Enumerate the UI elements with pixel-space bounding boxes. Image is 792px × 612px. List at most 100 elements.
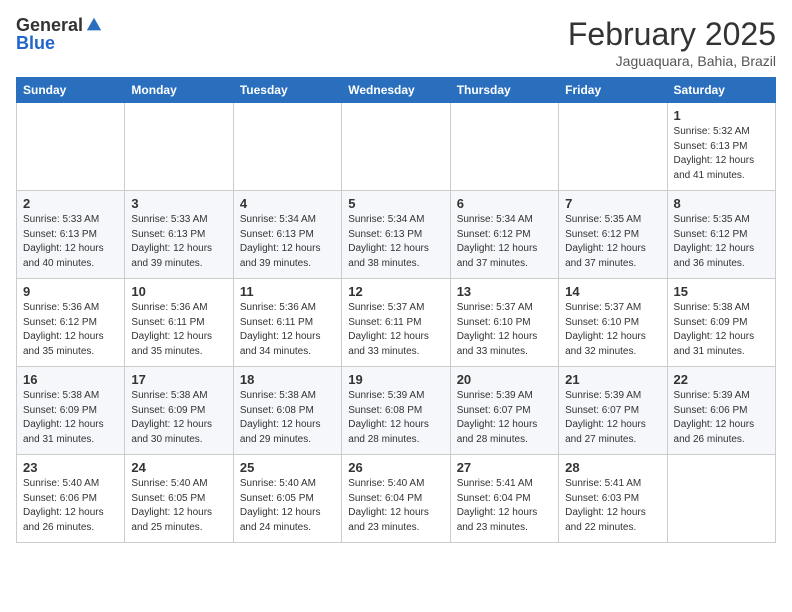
day-number: 8: [674, 196, 769, 211]
day-number: 11: [240, 284, 335, 299]
day-info: Sunrise: 5:36 AM Sunset: 6:12 PM Dayligh…: [23, 301, 118, 359]
day-info: Sunrise: 5:34 AM Sunset: 6:12 PM Dayligh…: [457, 213, 552, 271]
day-info: Sunrise: 5:38 AM Sunset: 6:08 PM Dayligh…: [240, 389, 335, 447]
calendar-cell: 26 Sunrise: 5:40 AM Sunset: 6:04 PM Dayli…: [342, 455, 450, 543]
calendar-week-row: 2 Sunrise: 5:33 AM Sunset: 6:13 PM Daylig…: [17, 191, 776, 279]
weekday-header-monday: Monday: [125, 78, 233, 103]
calendar-cell: [233, 103, 341, 191]
calendar-cell: [17, 103, 125, 191]
day-number: 3: [131, 196, 226, 211]
day-info: Sunrise: 5:36 AM Sunset: 6:11 PM Dayligh…: [131, 301, 226, 359]
calendar-cell: 21 Sunrise: 5:39 AM Sunset: 6:07 PM Dayli…: [559, 367, 667, 455]
calendar-week-row: 9 Sunrise: 5:36 AM Sunset: 6:12 PM Daylig…: [17, 279, 776, 367]
day-number: 9: [23, 284, 118, 299]
calendar-cell: 5Sunrise: 5:34 AM Sunset: 6:13 PM Daylig…: [342, 191, 450, 279]
weekday-header-tuesday: Tuesday: [233, 78, 341, 103]
weekday-header-row: SundayMondayTuesdayWednesdayThursdayFrid…: [17, 78, 776, 103]
day-info: Sunrise: 5:37 AM Sunset: 6:10 PM Dayligh…: [565, 301, 660, 359]
day-number: 2: [23, 196, 118, 211]
day-number: 26: [348, 460, 443, 475]
calendar-cell: 16 Sunrise: 5:38 AM Sunset: 6:09 PM Dayli…: [17, 367, 125, 455]
calendar-cell: 23 Sunrise: 5:40 AM Sunset: 6:06 PM Dayli…: [17, 455, 125, 543]
day-info: Sunrise: 5:41 AM Sunset: 6:04 PM Dayligh…: [457, 477, 552, 535]
calendar-cell: 14 Sunrise: 5:37 AM Sunset: 6:10 PM Dayli…: [559, 279, 667, 367]
day-number: 14: [565, 284, 660, 299]
day-number: 6: [457, 196, 552, 211]
month-title: February 2025: [568, 16, 776, 53]
day-number: 18: [240, 372, 335, 387]
calendar-cell: 27 Sunrise: 5:41 AM Sunset: 6:04 PM Dayli…: [450, 455, 558, 543]
calendar-cell: 9 Sunrise: 5:36 AM Sunset: 6:12 PM Daylig…: [17, 279, 125, 367]
day-info: Sunrise: 5:38 AM Sunset: 6:09 PM Dayligh…: [23, 389, 118, 447]
calendar-cell: 6 Sunrise: 5:34 AM Sunset: 6:12 PM Daylig…: [450, 191, 558, 279]
day-number: 7: [565, 196, 660, 211]
calendar-cell: 8 Sunrise: 5:35 AM Sunset: 6:12 PM Daylig…: [667, 191, 775, 279]
day-number: 21: [565, 372, 660, 387]
day-number: 24: [131, 460, 226, 475]
calendar-cell: [559, 103, 667, 191]
calendar-cell: 4 Sunrise: 5:34 AM Sunset: 6:13 PM Daylig…: [233, 191, 341, 279]
calendar-cell: 2 Sunrise: 5:33 AM Sunset: 6:13 PM Daylig…: [17, 191, 125, 279]
calendar-cell: 17 Sunrise: 5:38 AM Sunset: 6:09 PM Dayli…: [125, 367, 233, 455]
calendar-cell: [125, 103, 233, 191]
calendar-cell: 13 Sunrise: 5:37 AM Sunset: 6:10 PM Dayli…: [450, 279, 558, 367]
calendar-cell: 24 Sunrise: 5:40 AM Sunset: 6:05 PM Dayli…: [125, 455, 233, 543]
day-number: 16: [23, 372, 118, 387]
day-number: 13: [457, 284, 552, 299]
day-number: 23: [23, 460, 118, 475]
day-info: Sunrise: 5:32 AM Sunset: 6:13 PM Dayligh…: [674, 125, 769, 183]
calendar-table: SundayMondayTuesdayWednesdayThursdayFrid…: [16, 77, 776, 543]
calendar-cell: 12 Sunrise: 5:37 AM Sunset: 6:11 PM Dayli…: [342, 279, 450, 367]
weekday-header-sunday: Sunday: [17, 78, 125, 103]
calendar-cell: 7 Sunrise: 5:35 AM Sunset: 6:12 PM Daylig…: [559, 191, 667, 279]
day-number: 4: [240, 196, 335, 211]
page-header: General Blue February 2025 Jaguaquara, B…: [16, 16, 776, 69]
day-number: 1: [674, 108, 769, 123]
day-info: Sunrise: 5:39 AM Sunset: 6:07 PM Dayligh…: [565, 389, 660, 447]
calendar-cell: 22Sunrise: 5:39 AM Sunset: 6:06 PM Dayli…: [667, 367, 775, 455]
logo-general-text: General: [16, 16, 83, 34]
day-info: Sunrise: 5:37 AM Sunset: 6:11 PM Dayligh…: [348, 301, 443, 359]
day-info: Sunrise: 5:35 AM Sunset: 6:12 PM Dayligh…: [565, 213, 660, 271]
day-info: Sunrise: 5:33 AM Sunset: 6:13 PM Dayligh…: [23, 213, 118, 271]
logo-blue-text: Blue: [16, 33, 55, 53]
day-info: Sunrise: 5:39 AM Sunset: 6:07 PM Dayligh…: [457, 389, 552, 447]
calendar-cell: 1 Sunrise: 5:32 AM Sunset: 6:13 PM Daylig…: [667, 103, 775, 191]
calendar-week-row: 23 Sunrise: 5:40 AM Sunset: 6:06 PM Dayli…: [17, 455, 776, 543]
day-info: Sunrise: 5:38 AM Sunset: 6:09 PM Dayligh…: [131, 389, 226, 447]
day-info: Sunrise: 5:40 AM Sunset: 6:06 PM Dayligh…: [23, 477, 118, 535]
day-info: Sunrise: 5:40 AM Sunset: 6:05 PM Dayligh…: [131, 477, 226, 535]
day-number: 28: [565, 460, 660, 475]
calendar-body: 1 Sunrise: 5:32 AM Sunset: 6:13 PM Daylig…: [17, 103, 776, 543]
calendar-week-row: 16 Sunrise: 5:38 AM Sunset: 6:09 PM Dayli…: [17, 367, 776, 455]
day-number: 20: [457, 372, 552, 387]
day-info: Sunrise: 5:34 AM Sunset: 6:13 PM Dayligh…: [240, 213, 335, 271]
calendar-cell: 20 Sunrise: 5:39 AM Sunset: 6:07 PM Dayli…: [450, 367, 558, 455]
day-info: Sunrise: 5:40 AM Sunset: 6:04 PM Dayligh…: [348, 477, 443, 535]
calendar-cell: [450, 103, 558, 191]
day-number: 12: [348, 284, 443, 299]
day-info: Sunrise: 5:38 AM Sunset: 6:09 PM Dayligh…: [674, 301, 769, 359]
day-number: 22: [674, 372, 769, 387]
calendar-cell: [667, 455, 775, 543]
calendar-header: SundayMondayTuesdayWednesdayThursdayFrid…: [17, 78, 776, 103]
weekday-header-thursday: Thursday: [450, 78, 558, 103]
calendar-cell: [342, 103, 450, 191]
day-info: Sunrise: 5:33 AM Sunset: 6:13 PM Dayligh…: [131, 213, 226, 271]
calendar-cell: 19Sunrise: 5:39 AM Sunset: 6:08 PM Dayli…: [342, 367, 450, 455]
day-number: 27: [457, 460, 552, 475]
day-number: 17: [131, 372, 226, 387]
calendar-cell: 11 Sunrise: 5:36 AM Sunset: 6:11 PM Dayli…: [233, 279, 341, 367]
day-info: Sunrise: 5:37 AM Sunset: 6:10 PM Dayligh…: [457, 301, 552, 359]
day-info: Sunrise: 5:35 AM Sunset: 6:12 PM Dayligh…: [674, 213, 769, 271]
day-number: 5: [348, 196, 443, 211]
calendar-cell: 3 Sunrise: 5:33 AM Sunset: 6:13 PM Daylig…: [125, 191, 233, 279]
day-number: 19: [348, 372, 443, 387]
day-number: 25: [240, 460, 335, 475]
day-info: Sunrise: 5:36 AM Sunset: 6:11 PM Dayligh…: [240, 301, 335, 359]
logo: General Blue: [16, 16, 103, 54]
weekday-header-friday: Friday: [559, 78, 667, 103]
weekday-header-wednesday: Wednesday: [342, 78, 450, 103]
location-text: Jaguaquara, Bahia, Brazil: [568, 53, 776, 69]
title-block: February 2025 Jaguaquara, Bahia, Brazil: [568, 16, 776, 69]
